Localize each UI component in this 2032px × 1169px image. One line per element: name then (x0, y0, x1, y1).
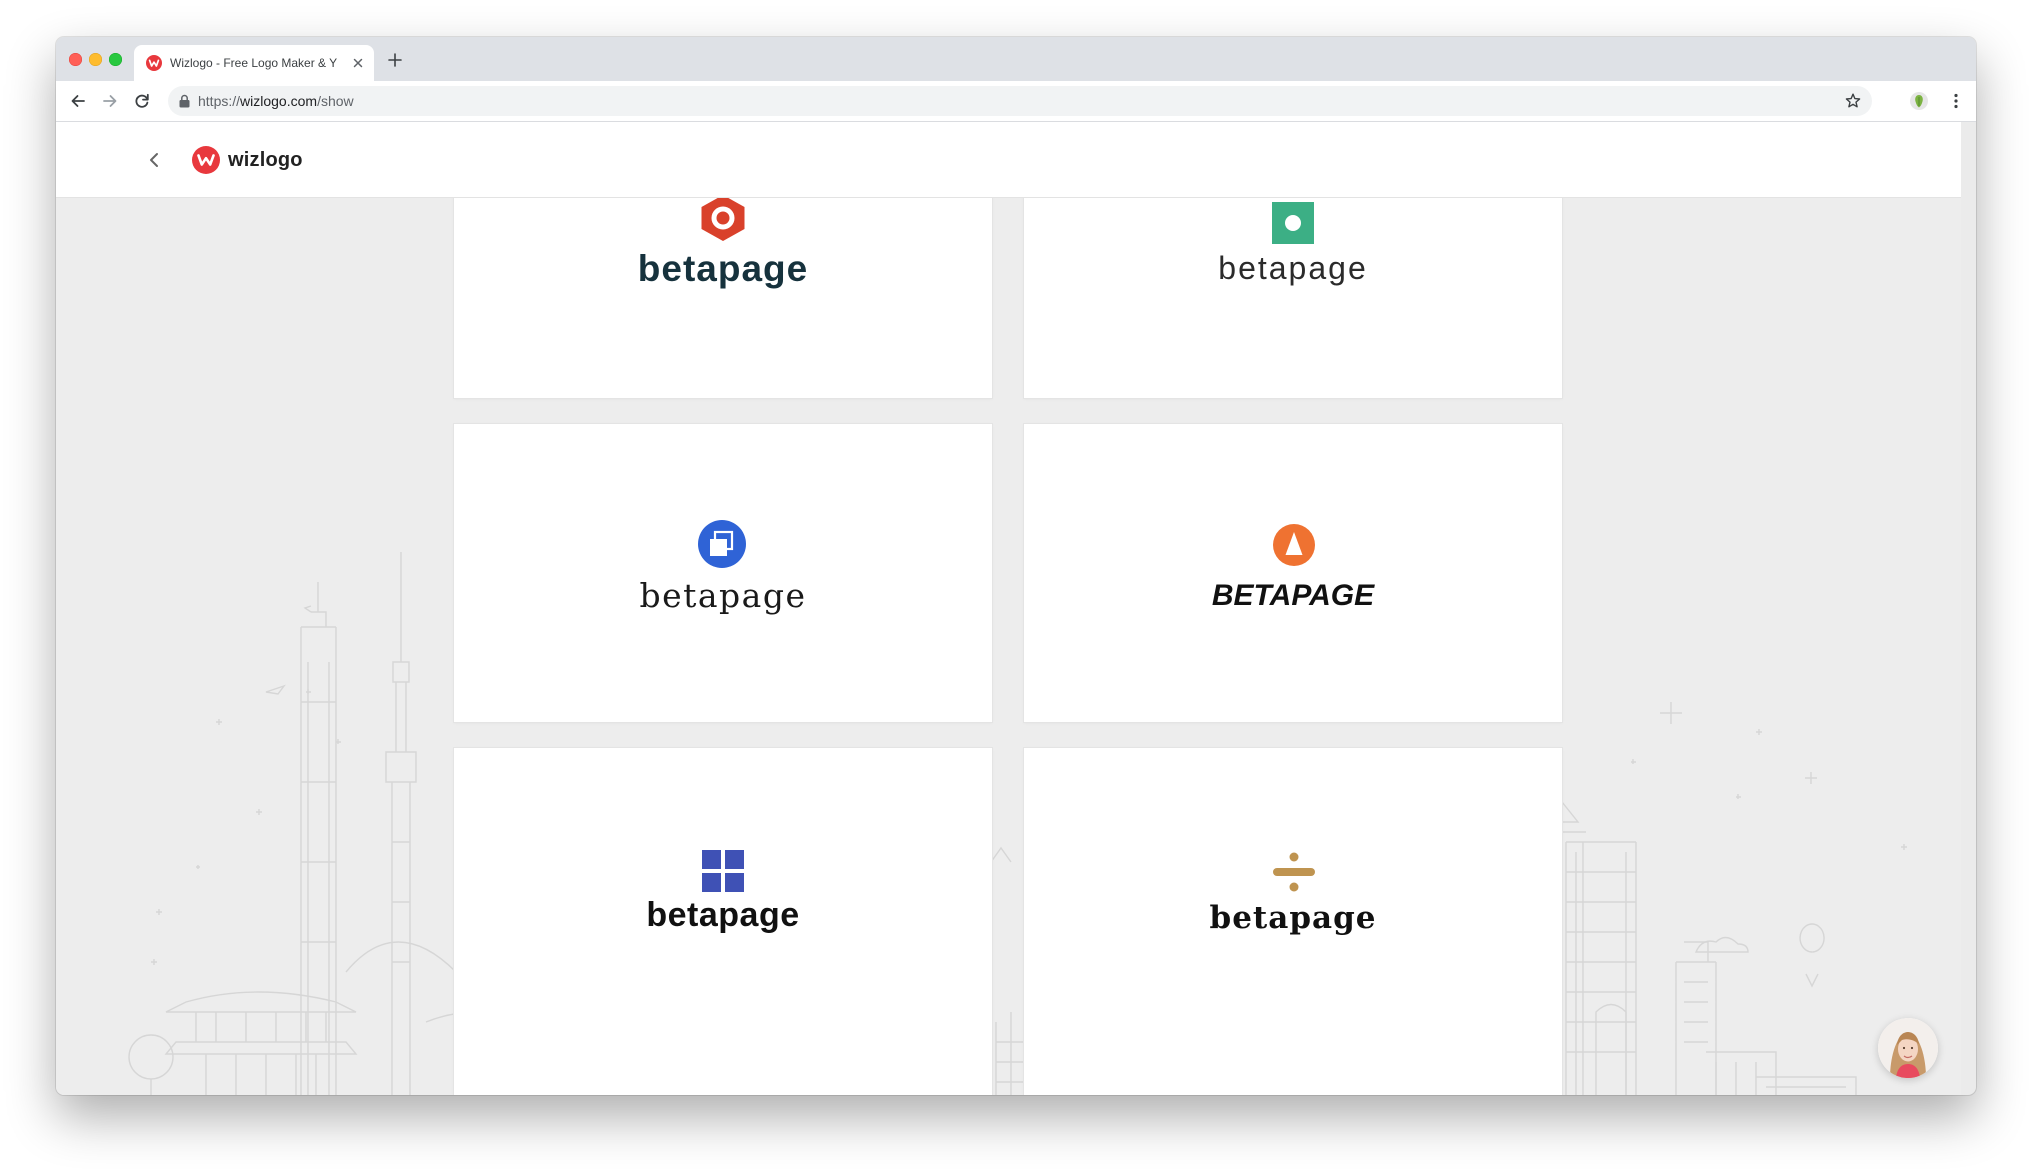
address-bar[interactable]: https://wizlogo.com/show (168, 86, 1872, 116)
tab-strip: Wizlogo - Free Logo Maker & Y (56, 37, 1976, 81)
url-text: https://wizlogo.com/show (198, 86, 354, 116)
support-agent-avatar-icon (1878, 1018, 1938, 1078)
close-window-button[interactable] (69, 53, 82, 66)
forward-arrow-icon[interactable] (100, 91, 120, 111)
url-path: /show (317, 93, 354, 109)
url-host: wizlogo.com (240, 93, 318, 109)
bookmark-star-icon[interactable] (1844, 92, 1862, 110)
zoom-window-button[interactable] (109, 53, 122, 66)
back-arrow-icon[interactable] (68, 91, 88, 111)
page-viewport: wizlogo betapage betapage betapage BETAP… (56, 122, 1961, 1095)
logo-wordmark: BETAPAGE (1211, 579, 1375, 612)
extension-icon[interactable] (1909, 91, 1929, 111)
logo-wordmark: betapage (637, 248, 809, 289)
divide-sign-icon (1273, 852, 1315, 892)
logo-card[interactable]: BETAPAGE (1024, 424, 1562, 722)
reload-icon[interactable] (132, 91, 152, 111)
logo-card[interactable]: betapage (454, 424, 992, 722)
triangle-in-circle-icon (1273, 524, 1315, 566)
logo-grid: betapage betapage betapage BETAPAGE beta… (56, 122, 1961, 1095)
back-chevron-icon[interactable] (142, 148, 166, 172)
browser-toolbar: https://wizlogo.com/show (56, 81, 1976, 122)
square-dot-icon (1272, 202, 1314, 244)
browser-menu-icon[interactable] (1946, 91, 1966, 111)
logo-wordmark: betapage (639, 576, 807, 615)
tab-title: Wizlogo - Free Logo Maker & Y (170, 56, 338, 70)
wizlogo-favicon-icon (146, 55, 162, 71)
chat-support-avatar[interactable] (1878, 1018, 1938, 1078)
url-scheme: https:// (198, 93, 241, 109)
logo-wordmark: betapage (646, 896, 800, 934)
four-squares-grid-icon (702, 850, 744, 892)
lock-icon (179, 94, 190, 108)
logo-wordmark: betapage (1218, 250, 1368, 286)
logo-card[interactable]: betapage (454, 748, 992, 1095)
brand-name[interactable]: wizlogo (228, 146, 303, 174)
hexagon-ring-icon (701, 195, 745, 241)
new-tab-plus-icon[interactable] (386, 51, 404, 69)
logo-wordmark: betapage (1209, 900, 1377, 936)
tab-close-icon[interactable] (350, 55, 366, 71)
logo-card[interactable]: betapage (1024, 748, 1562, 1095)
browser-tab-active[interactable]: Wizlogo - Free Logo Maker & Y (134, 45, 374, 81)
wizlogo-logo-icon[interactable] (192, 146, 220, 174)
site-header: wizlogo (56, 122, 1961, 198)
minimize-window-button[interactable] (89, 53, 102, 66)
overlapping-squares-circle-icon (698, 520, 746, 568)
browser-window: Wizlogo - Free Logo Maker & Y https://wi… (56, 37, 1976, 1095)
